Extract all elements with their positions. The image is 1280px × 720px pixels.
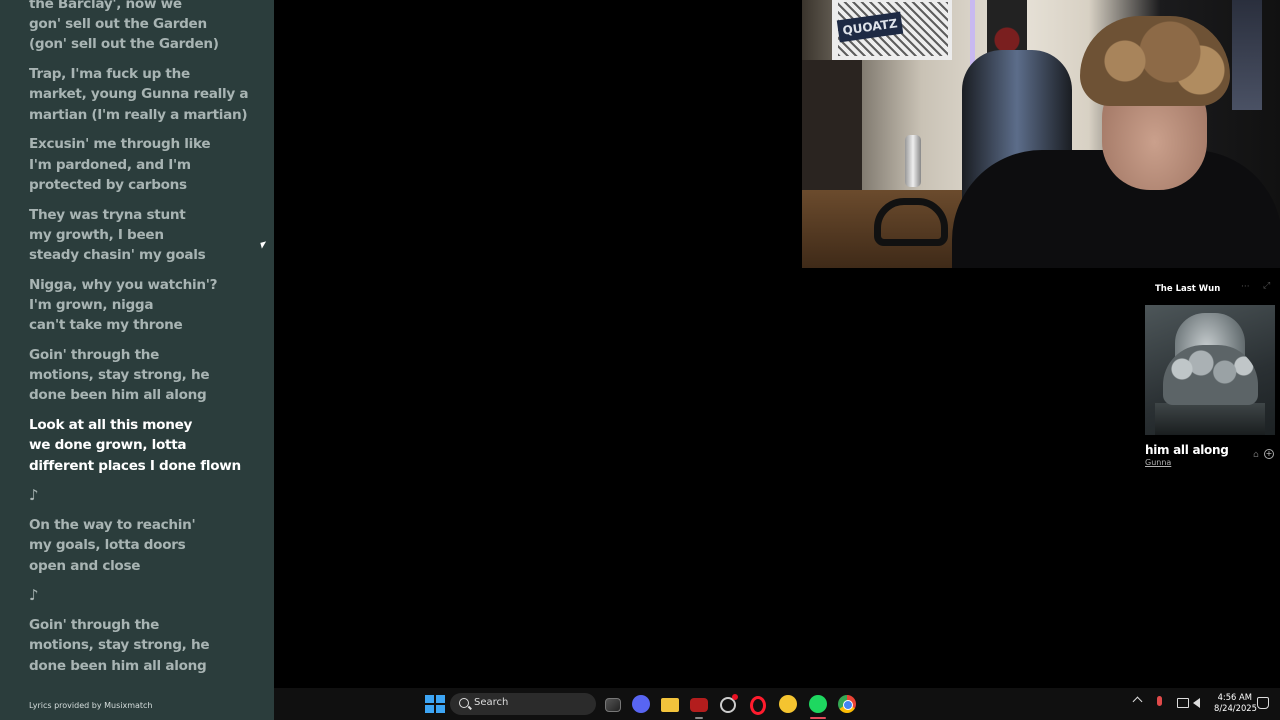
chrome-icon[interactable] [838,695,856,713]
add-to-library-icon[interactable]: + [1264,449,1274,459]
lyric-line[interactable]: Goin' through the motions, stay strong, … [29,345,261,406]
notification-dot [732,694,738,700]
chevron-up-icon[interactable] [1132,696,1143,707]
song-title[interactable]: him all along [1145,443,1229,457]
windows-start-icon[interactable] [424,694,445,714]
clock-date: 8/24/2025 [1214,703,1257,713]
album-art-helmet [1163,345,1258,405]
webcam-headphones [874,198,948,246]
search-icon [459,698,469,708]
network-icon[interactable] [1177,698,1189,708]
lyrics-list[interactable]: the Barclay', now we gon' sell out the G… [29,0,261,685]
spotify-mini-player[interactable]: The Last Wun ··· ⤢ him all along Gunna ⌂… [1139,275,1280,473]
file-explorer-icon[interactable] [661,698,679,712]
lyric-line[interactable]: Nigga, why you watchin'? I'm grown, nigg… [29,275,261,336]
spotify-icon[interactable] [809,695,827,713]
expand-icon[interactable]: ⤢ [1263,281,1270,291]
taskbar-search[interactable]: Search [450,693,596,715]
task-view-icon[interactable] [605,698,621,712]
search-label: Search [474,697,509,708]
mini-player-album-title: The Last Wun [1155,284,1221,294]
lyric-line[interactable]: On the way to reachin' my goals, lotta d… [29,515,261,576]
share-icon[interactable]: ⌂ [1253,450,1259,460]
lyrics-panel: the Barclay', now we gon' sell out the G… [0,0,274,720]
volume-icon[interactable] [1193,698,1200,708]
lyric-music-note[interactable]: ♪ [29,485,261,505]
lyric-line[interactable]: Excusin' me through like I'm pardoned, a… [29,134,261,195]
running-indicator [695,717,703,719]
windows-taskbar: Search 4:56 AM 8/24/2025 [274,688,1280,720]
album-art [1145,305,1275,435]
media-app-icon[interactable] [690,698,708,712]
microphone-icon[interactable] [1157,696,1162,706]
notification-bell-icon[interactable] [1257,697,1269,709]
webcam-bottle [905,135,921,187]
lyric-line[interactable]: Trap, I'ma fuck up the market, young Gun… [29,64,261,125]
webcam-person-hair [1080,16,1230,106]
yellow-app-icon[interactable] [779,695,797,713]
webcam-hanging-jacket [1232,0,1262,110]
discord-icon[interactable] [632,695,650,713]
spotify-active-indicator [810,717,826,719]
artist-link[interactable]: Gunna [1145,458,1171,467]
webcam-shelf [802,60,862,210]
lyric-line-active[interactable]: Look at all this money we done grown, lo… [29,415,261,476]
lyric-line[interactable]: the Barclay', now we gon' sell out the G… [29,0,261,55]
webcam-feed: QUOATZ [802,0,1280,268]
more-icon[interactable]: ··· [1241,282,1250,292]
lyric-line[interactable]: They was tryna stunt my growth, I been s… [29,205,261,266]
opera-gx-icon[interactable] [750,696,766,715]
taskbar-clock[interactable]: 4:56 AM 8/24/2025 [1214,692,1257,714]
album-art-base [1155,403,1265,435]
lyrics-credit[interactable]: Lyrics provided by Musixmatch [29,701,153,710]
clock-time: 4:56 AM [1217,692,1252,702]
lyric-music-note[interactable]: ♪ [29,585,261,605]
lyric-line[interactable]: Goin' through the motions, stay strong, … [29,615,261,676]
